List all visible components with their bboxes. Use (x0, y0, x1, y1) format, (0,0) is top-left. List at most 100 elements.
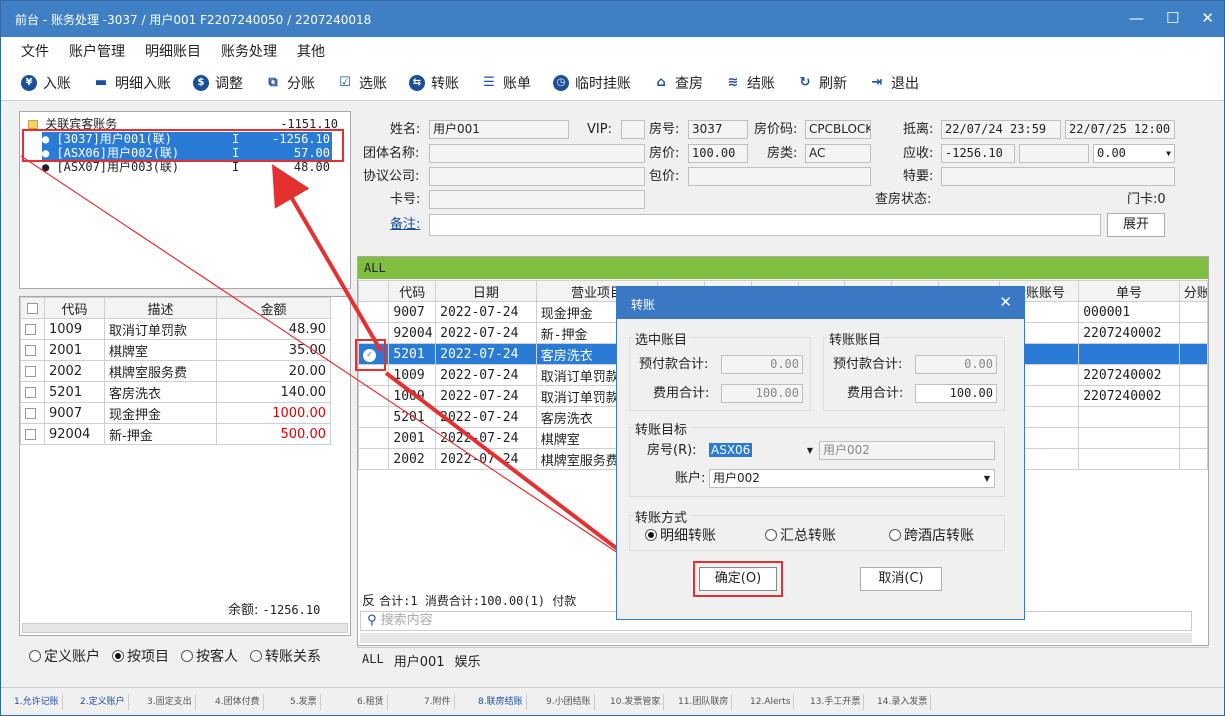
rate-code-field[interactable]: CPCBLOCK (805, 120, 871, 139)
close-icon[interactable]: ✕ (1201, 9, 1214, 27)
table-row[interactable]: 92004 新-押金 500.00 (20, 423, 331, 445)
inspect-room-button[interactable]: ⌂ 查房 (653, 73, 703, 93)
table-row[interactable]: 2001 棋牌室 35.00 (20, 339, 331, 361)
temp-hold-button[interactable]: ◷ 临时挂账 (553, 73, 631, 93)
account-tree: 关联宾客账务 -1151.10 ● [3037]用户001(联) I -1256… (19, 111, 351, 289)
split-button[interactable]: ⧉ 分账 (265, 73, 315, 93)
special-field[interactable] (941, 167, 1175, 186)
radio-detail-transfer[interactable]: 明细转账 (645, 525, 716, 545)
select-all-checkbox[interactable] (27, 302, 38, 314)
maximize-icon[interactable]: ☐ (1166, 9, 1179, 27)
selected-prepay-field[interactable]: 0.00 (721, 355, 803, 374)
status-tab[interactable]: 14.录入发票 (874, 694, 932, 710)
radio-by-item[interactable]: 按项目 (112, 646, 169, 668)
menu-other[interactable]: 其他 (297, 41, 325, 61)
highlight-box (355, 339, 386, 371)
table-row[interactable]: 5201 客房洗衣 140.00 (20, 381, 331, 403)
dialog-close-icon[interactable]: ✕ (999, 293, 1012, 311)
tree-item[interactable]: ● [ASX07]用户003(联) I 48.00 (42, 160, 332, 174)
horizontal-scrollbar[interactable] (22, 623, 348, 633)
arrive-field[interactable]: 22/07/24 23:59 (941, 120, 1061, 139)
items-panel: 代码 描述 金额 1009 取消订单罚款 48.90 2001 棋牌室 35.00 20… (19, 296, 351, 636)
status-tab[interactable]: 12.Alerts (747, 694, 795, 710)
radio-define-account[interactable]: 定义账户 (29, 646, 100, 668)
room-type-field[interactable]: AC (805, 144, 871, 163)
status-tab[interactable]: 7.附件 (421, 694, 455, 710)
table-row[interactable]: 2002 棋牌室服务费 20.00 (20, 360, 331, 382)
col-amount[interactable]: 金额 (216, 297, 331, 319)
status-tab[interactable]: 8.联房结账 (475, 694, 527, 710)
table-row[interactable]: 1009 取消订单罚款 48.90 (20, 318, 331, 340)
col-desc[interactable]: 描述 (104, 297, 217, 319)
tab-all[interactable]: ALL (357, 648, 389, 671)
main-window: 前台 - 账务处理 -3037 / 用户001 F2207240050 / 22… (0, 0, 1225, 716)
radio-summary-transfer[interactable]: 汇总转账 (765, 525, 836, 545)
selected-fee-field[interactable]: 100.00 (721, 384, 803, 403)
transfer-button[interactable]: ⇆ 转账 (409, 73, 459, 93)
house-icon: ⌂ (656, 75, 666, 90)
horizontal-scrollbar[interactable] (360, 633, 1192, 643)
expand-button[interactable]: 展开 (1107, 213, 1165, 237)
account-dropdown[interactable]: 用户002 ▼ (709, 469, 995, 488)
col-code[interactable]: 代码 (44, 297, 105, 319)
exit-button[interactable]: ⇥ 退出 (869, 73, 919, 93)
checkout-button[interactable]: ≋ 结账 (725, 73, 775, 93)
tab-entertainment[interactable]: 娱乐 (450, 648, 486, 671)
tab-user001[interactable]: 用户001 (389, 648, 450, 671)
bill-icon: ☰ (483, 75, 495, 90)
target-prepay-field[interactable]: 0.00 (915, 355, 997, 374)
receivable-field[interactable]: -1256.10 (941, 144, 1015, 163)
company-field[interactable] (429, 167, 645, 186)
minimize-icon[interactable]: — (1129, 9, 1144, 27)
card-field[interactable] (429, 190, 645, 209)
status-tab[interactable]: 13.手工开票 (807, 694, 865, 710)
summary-bar: 反 合计:1 消费合计:100.00(1) 付款 (362, 594, 577, 609)
notes-field[interactable] (429, 214, 1101, 236)
detail-post-button[interactable]: ▬ 明细入账 (93, 73, 171, 93)
chevron-down-icon: ▼ (1166, 149, 1171, 158)
status-tab[interactable]: 6.租赁 (354, 694, 388, 710)
room-number-dropdown[interactable]: ASX06 ▼ (709, 441, 817, 460)
cancel-button[interactable]: 取消(C) (860, 567, 942, 591)
items-table: 代码 描述 金额 1009 取消订单罚款 48.90 2001 棋牌室 35.00 20… (20, 297, 331, 445)
post-button[interactable]: ¥ 入账 (21, 73, 71, 93)
status-tab[interactable]: 5.发票 (287, 694, 321, 710)
menu-account-management[interactable]: 账户管理 (69, 41, 125, 61)
menu-file[interactable]: 文件 (21, 41, 49, 61)
group-name-field[interactable] (429, 144, 645, 163)
status-tab[interactable]: 3.固定支出 (144, 694, 196, 710)
status-tab[interactable]: 2.定义账户 (77, 694, 129, 710)
vip-field[interactable] (621, 120, 645, 139)
row-checkbox[interactable] (25, 407, 36, 419)
amount-dropdown[interactable]: 0.00 ▼ (1093, 144, 1175, 163)
reverse-button[interactable]: 反 (362, 594, 375, 609)
menu-detail-items[interactable]: 明细账目 (145, 41, 201, 61)
select-account-button[interactable]: ☑ 选账 (337, 73, 387, 93)
table-row[interactable]: 9007 现金押金 1000.00 (20, 402, 331, 424)
notes-link[interactable]: 备注: (390, 215, 420, 234)
receivable-extra-field[interactable] (1019, 144, 1089, 163)
radio-transfer-relation[interactable]: 转账关系 (250, 646, 321, 668)
radio-by-guest[interactable]: 按客人 (181, 646, 238, 668)
radio-cross-hotel-transfer[interactable]: 跨酒店转账 (889, 525, 974, 545)
row-checkbox[interactable] (25, 386, 36, 398)
row-checkbox[interactable] (25, 344, 36, 356)
price-field[interactable]: 100.00 (688, 144, 748, 163)
bill-button[interactable]: ☰ 账单 (481, 73, 531, 93)
status-tab[interactable]: 4.团体付费 (212, 694, 264, 710)
adjust-button[interactable]: $ 调整 (193, 73, 243, 93)
name-field[interactable]: 用户001 (429, 120, 569, 139)
menu-billing[interactable]: 账务处理 (221, 41, 277, 61)
row-checkbox[interactable] (25, 428, 36, 440)
status-tab[interactable]: 9.小团结账 (543, 694, 595, 710)
status-tab[interactable]: 1.允许记账 (11, 694, 63, 710)
depart-field[interactable]: 22/07/25 12:00 (1065, 120, 1175, 139)
package-field[interactable] (688, 167, 871, 186)
row-checkbox[interactable] (25, 365, 36, 377)
status-tab[interactable]: 10.发票管家 (607, 694, 665, 710)
status-tab[interactable]: 11.团队联房 (675, 694, 733, 710)
room-field[interactable]: 3037 (688, 120, 748, 139)
refresh-button[interactable]: ↻ 刷新 (797, 73, 847, 93)
row-checkbox[interactable] (25, 323, 36, 335)
target-fee-field[interactable]: 100.00 (915, 384, 997, 403)
